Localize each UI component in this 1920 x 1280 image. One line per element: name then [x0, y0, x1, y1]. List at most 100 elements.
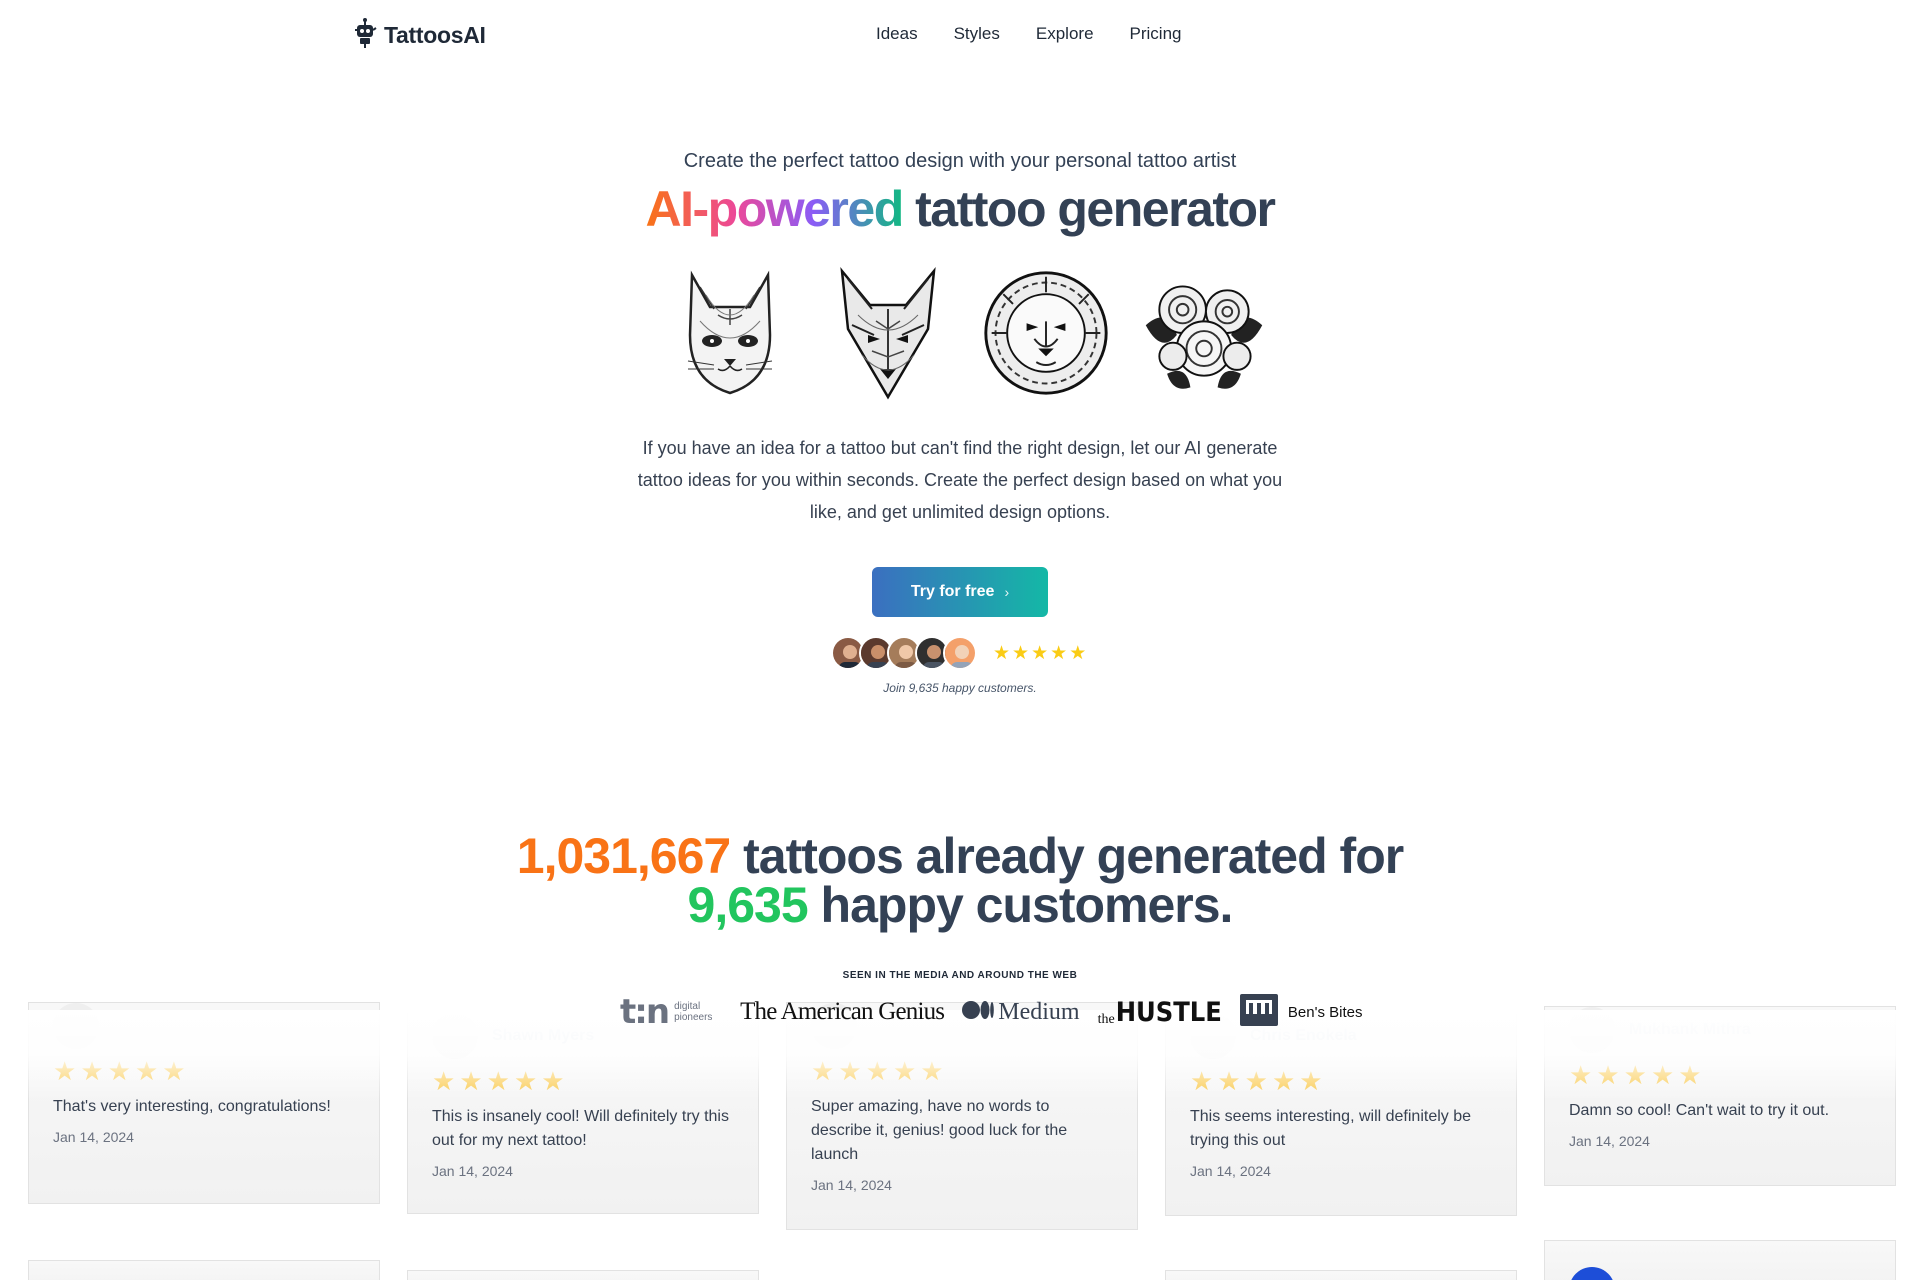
review-card: Mukhank Mithra ★ ★ ★ ★ ★ Damn so cool! Can't… [1544, 1006, 1896, 1186]
review-text: This seems interesting, will definitely … [1190, 1108, 1472, 1149]
star-icon: ★ [513, 1066, 538, 1096]
join-text: Join 9,635 happy customers. [883, 681, 1037, 695]
review-card: ★ ★ ★ ★ ★ Super amazing, have no words to de… [786, 1002, 1138, 1230]
cat-tattoo-icon [664, 262, 796, 404]
star-icon: ★ [162, 1056, 186, 1086]
brand-logo[interactable]: TattoosAI [352, 18, 486, 53]
avatar [943, 636, 977, 670]
hero-description: If you have an idea for a tattoo but can… [637, 438, 1283, 522]
review-text: Damn so cool! Can't wait to try it out. [1569, 1102, 1830, 1119]
star-icon: ★ [1217, 1066, 1241, 1096]
try-for-free-button[interactable]: Try for free › [872, 567, 1048, 617]
review-date: Jan 14, 2024 [53, 1129, 134, 1145]
media-label: SEEN IN THE MEDIA AND AROUND THE WEB [842, 970, 1078, 981]
chevron-right-icon: › [1004, 584, 1010, 600]
review-stars: ★ ★ ★ ★ ★ [1190, 1067, 1492, 1095]
star-icon: ★ [80, 1056, 104, 1086]
review-stars: ★ ★ ★ ★ ★ [432, 1067, 734, 1095]
star-icon: ★ [892, 1056, 917, 1086]
customer-avatars [831, 636, 977, 670]
tattoos-count: 1,031,667 [516, 828, 731, 884]
stats-end-text: happy customers. [807, 877, 1234, 933]
nav-links: Ideas Styles Explore Pricing [876, 24, 1182, 44]
medium-logo-text: Medium [998, 998, 1080, 1025]
star-icon: ★ [1678, 1060, 1702, 1090]
t3n-logo-mark: t:n [620, 992, 670, 1032]
brand-name: TattoosAI [384, 22, 486, 48]
star-icon: ★ [432, 1066, 456, 1096]
medium-logo: Medium [962, 998, 1080, 1026]
star-icon: ★ [920, 1056, 944, 1086]
hustle-logo: the HUSTLE [1098, 997, 1222, 1028]
star-icon: ★ [53, 1056, 77, 1086]
star-icon: ★ [541, 1066, 565, 1096]
wolf-tattoo-icon [822, 262, 954, 404]
star-icon: ★ [1650, 1060, 1675, 1090]
star-icon: ★ [811, 1056, 835, 1086]
stats-heading: 1,031,667 tattoos already generated for … [0, 831, 1920, 933]
hero-title-gradient: AI-powered [645, 181, 905, 237]
star-icon: ★ [459, 1066, 483, 1096]
review-stars: ★ ★ ★ ★ ★ [53, 1057, 355, 1085]
hustle-logo-prefix: the [1097, 1011, 1115, 1027]
star-icon: ★ [1623, 1060, 1647, 1090]
bens-bites-logo: Ben's Bites [1239, 993, 1363, 1031]
star-icon: ★ [107, 1056, 131, 1086]
star-icon: ★ [486, 1066, 510, 1096]
customers-count: 9,635 [687, 877, 809, 933]
star-icon: ★ [1299, 1066, 1323, 1096]
star-icon: ★ [1569, 1060, 1593, 1090]
star-icon: ★ [1031, 642, 1049, 664]
hero-title-rest: tattoo generator [902, 181, 1276, 237]
star-icon: ★ [838, 1056, 862, 1086]
nav-link-explore[interactable]: Explore [1036, 24, 1094, 44]
avatar [53, 1003, 99, 1049]
t3n-logo-text: digital pioneers [674, 1001, 713, 1023]
review-header: Mukhank Mithra [1569, 1007, 1871, 1053]
lion-tattoo-icon [980, 262, 1112, 404]
hero-subtitle: Create the perfect tattoo design with yo… [683, 150, 1237, 172]
star-icon: ★ [1596, 1060, 1620, 1090]
t3n-logo: t:n digital pioneers [620, 992, 722, 1032]
stats-mid-text: tattoos already generated for [730, 828, 1404, 884]
review-card [1544, 1240, 1896, 1280]
review-date: Jan 14, 2024 [1569, 1133, 1650, 1149]
star-icon: ★ [1244, 1066, 1268, 1096]
top-nav: TattoosAI Ideas Styles Explore Pricing [0, 0, 1920, 68]
review-text: That's very interesting, congratulations… [53, 1098, 331, 1115]
avatar [1569, 1007, 1615, 1053]
review-stars: ★ ★ ★ ★ ★ [1569, 1061, 1871, 1089]
bens-bites-text: Ben's Bites [1287, 1003, 1363, 1021]
review-text: This is insanely cool! Will definitely t… [432, 1108, 729, 1149]
rating-stars: ★ ★ ★ ★ ★ [993, 642, 1086, 665]
star-icon: ★ [993, 642, 1011, 664]
bens-bites-icon [1239, 993, 1278, 1031]
star-icon: ★ [1190, 1066, 1214, 1096]
cta-label: Try for free [910, 583, 995, 600]
reviewer-name: Shawn Myers [492, 1027, 595, 1044]
nav-link-ideas[interactable]: Ideas [876, 24, 918, 44]
review-card [1165, 1270, 1517, 1280]
review-text: Super amazing, have no words to describe… [811, 1098, 1068, 1163]
media-logos: t:n digital pioneers The American Genius… [620, 990, 1362, 1034]
american-genius-logo: The American Genius [740, 998, 945, 1025]
avatar [432, 1013, 478, 1059]
review-header [53, 1003, 355, 1049]
hustle-logo-text: HUSTLE [1115, 996, 1222, 1028]
review-card [407, 1270, 759, 1280]
roses-tattoo-icon [1138, 262, 1270, 404]
review-date: Jan 14, 2024 [432, 1163, 513, 1179]
nav-link-styles[interactable]: Styles [954, 24, 1000, 44]
review-stars: ★ ★ ★ ★ ★ [811, 1057, 1113, 1085]
nav-link-pricing[interactable]: Pricing [1130, 24, 1182, 44]
avatar [1569, 1267, 1615, 1280]
medium-mark-icon [962, 1000, 995, 1024]
star-icon: ★ [1050, 642, 1068, 664]
review-date: Jan 14, 2024 [1190, 1163, 1271, 1179]
star-icon: ★ [1012, 642, 1030, 664]
hero-title: AI-powered tattoo generator [0, 180, 1920, 238]
review-card [28, 1260, 380, 1280]
tattoo-gallery [664, 262, 1270, 404]
review-card: Chris Enokela ★ ★ ★ ★ ★ This seems interesti… [1165, 1012, 1517, 1216]
star-icon: ★ [865, 1056, 889, 1086]
